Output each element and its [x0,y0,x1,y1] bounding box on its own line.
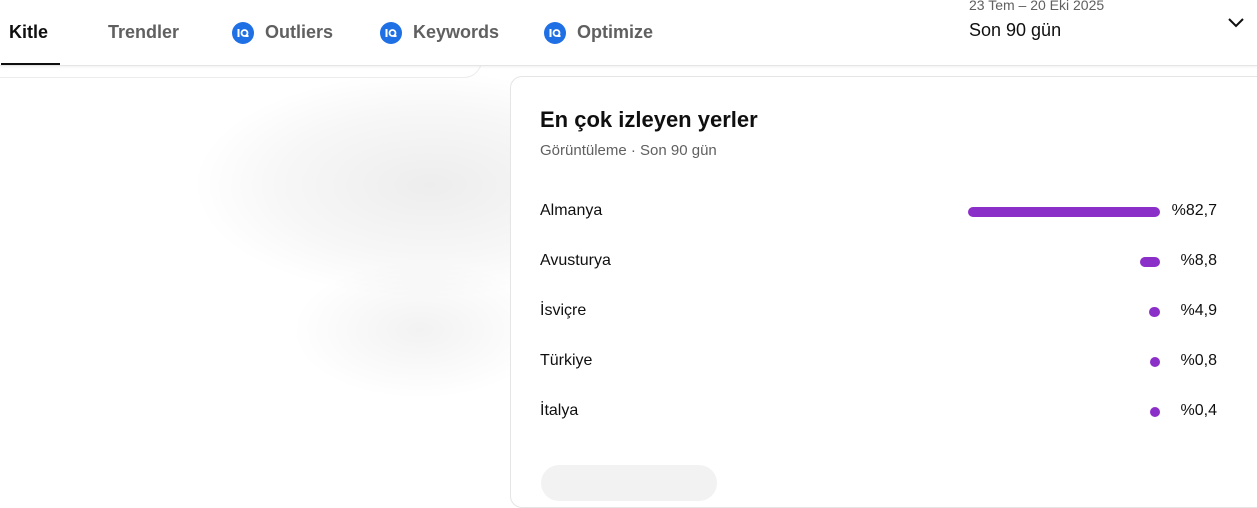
percentage-value: %8,8 [1180,252,1217,269]
tab-optimize[interactable]: Optimize [544,0,653,65]
date-period-text: Son 90 gün [969,20,1062,40]
tab-label: Optimize [577,22,654,42]
percentage-bar [1149,307,1160,317]
percentage-value: %0,8 [1180,352,1217,369]
tab-label: Trendler [108,22,180,42]
country-row: Almanya %82,7 [540,200,1217,224]
country-name: Almanya [540,202,603,219]
percentage-value: %0,4 [1180,402,1217,419]
date-range-selector[interactable]: 23 Tem – 20 Eki 2025 Son 90 gün [969,0,1104,41]
percentage-bar [1150,407,1160,417]
top-geographies-card: En çok izleyen yerler Görüntüleme · Son … [510,76,1257,508]
percentage-bar [968,207,1160,217]
country-name: İsviçre [540,302,587,319]
country-name: Türkiye [540,352,593,369]
country-row: İsviçre %4,9 [540,300,1217,324]
tab-keywords[interactable]: Keywords [380,0,499,65]
date-range-text: 23 Tem – 20 Eki 2025 [969,0,1105,13]
tab-trendler[interactable]: Trendler [108,0,179,65]
vidiq-icon [232,21,254,44]
country-row: Türkiye %0,8 [540,350,1217,374]
country-name: Avusturya [540,252,611,269]
tab-label: Outliers [265,22,334,42]
chevron-down-icon[interactable] [1225,12,1247,34]
vidiq-icon [380,21,402,44]
country-name: İtalya [540,402,579,419]
percentage-bar [1140,257,1160,267]
tab-outliers[interactable]: Outliers [232,0,333,65]
tab-bar: Kitle Trendler Outliers Keywords Optimiz… [0,0,1257,66]
vidiq-icon [544,21,566,44]
tab-label: Keywords [413,22,500,42]
percentage-value: %4,9 [1180,302,1217,319]
see-more-button[interactable] [541,465,717,501]
country-row: Avusturya %8,8 [540,250,1217,274]
country-row: İtalya %0,4 [540,400,1217,424]
tab-kitle[interactable]: Kitle [1,0,61,65]
active-tab-indicator [1,63,61,65]
percentage-value: %82,7 [1171,202,1217,219]
card-title: En çok izleyen yerler [540,107,758,132]
percentage-bar [1150,357,1160,367]
card-subtitle: Görüntüleme · Son 90 gün [540,142,717,159]
tab-label: Kitle [9,22,49,42]
